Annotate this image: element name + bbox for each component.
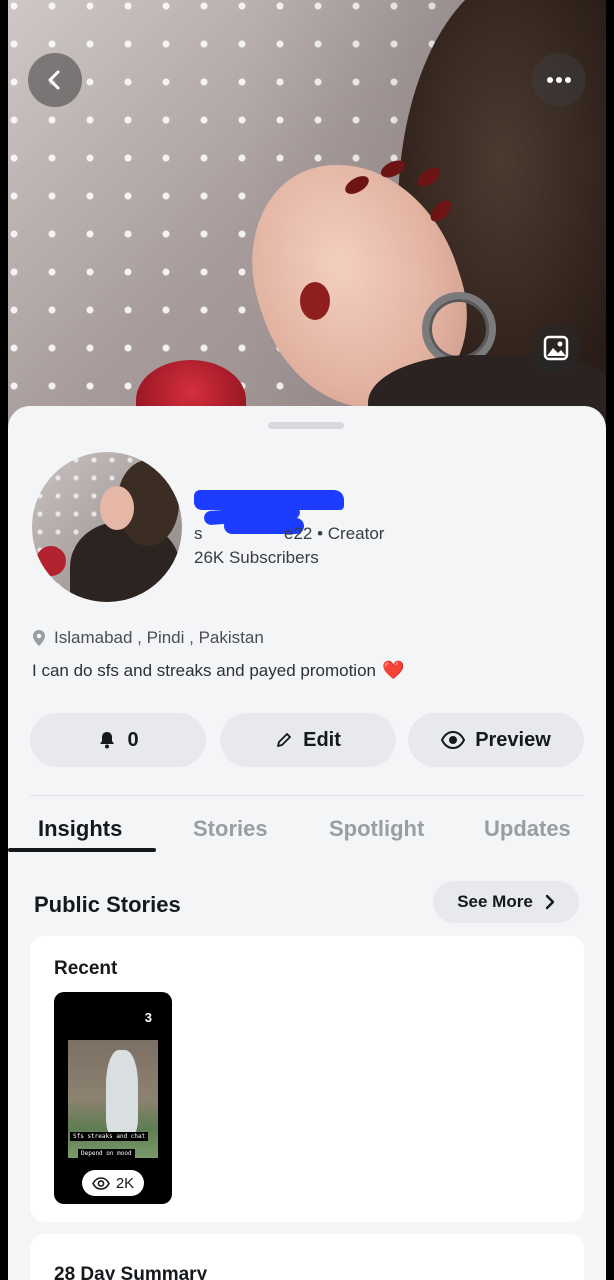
- bio-text: I can do sfs and streaks and payed promo…: [32, 660, 376, 680]
- notifications-button[interactable]: 0: [30, 713, 206, 767]
- location-text: Islamabad , Pindi , Pakistan: [54, 628, 264, 647]
- see-more-label: See More: [457, 892, 533, 911]
- location-row: Islamabad , Pindi , Pakistan: [32, 628, 264, 648]
- summary-card[interactable]: 28 Day Summary: [30, 1234, 584, 1280]
- story-person: [106, 1050, 138, 1136]
- username-creator-label: e22 • Creator: [284, 524, 385, 543]
- more-options-button[interactable]: [532, 53, 586, 107]
- tab-updates[interactable]: Updates: [484, 816, 571, 842]
- preview-button[interactable]: Preview: [408, 713, 584, 767]
- pencil-icon: [277, 733, 292, 747]
- heart-emoji: ❤️: [381, 660, 405, 680]
- edit-label: Edit: [303, 728, 341, 751]
- location-pin-icon: [33, 630, 45, 646]
- subscriber-count: 26K Subscribers: [194, 548, 319, 567]
- views-count: 2K: [115, 1174, 135, 1192]
- bell-icon: [100, 732, 115, 749]
- story-thumbnail[interactable]: 3 Sfs streaks and chat Depend on mood 2K: [54, 992, 172, 1204]
- profile-actions: 0 Edit Preview: [30, 713, 584, 767]
- bio: I can do sfs and streaks and payed promo…: [32, 660, 404, 681]
- notifications-count: 0: [127, 728, 139, 751]
- tab-stories[interactable]: Stories: [193, 816, 268, 842]
- change-banner-button[interactable]: [531, 323, 581, 373]
- banner-henna: [300, 282, 330, 320]
- more-icon: [547, 77, 571, 83]
- avatar[interactable]: [32, 452, 182, 602]
- chevron-right-icon: [545, 894, 554, 910]
- section-divider: [30, 795, 584, 796]
- summary-title: 28 Day Summary: [54, 1264, 208, 1280]
- story-caption-line1: Sfs streaks and chat: [70, 1132, 149, 1141]
- photo-icon: [543, 335, 569, 361]
- recent-label: Recent: [54, 958, 118, 979]
- tab-insights[interactable]: Insights: [38, 816, 122, 842]
- public-stories-title: Public Stories: [34, 892, 181, 917]
- views-badge: 2K: [82, 1170, 144, 1196]
- profile-screen: L s e22 • Creator 26K Subscribers Islama…: [8, 0, 606, 1280]
- back-button[interactable]: [28, 53, 82, 107]
- tab-spotlight[interactable]: Spotlight: [329, 816, 424, 842]
- see-more-button[interactable]: See More: [433, 881, 579, 923]
- snap-count: 3: [144, 1010, 152, 1025]
- back-arrow-icon: [48, 70, 60, 90]
- drag-handle[interactable]: [268, 422, 344, 429]
- profile-sheet: L s e22 • Creator 26K Subscribers Islama…: [8, 406, 606, 1280]
- profile-banner[interactable]: [8, 0, 606, 430]
- public-stories-card: Recent 3 Sfs streaks and chat Depend on …: [30, 936, 584, 1222]
- avatar-hand: [100, 486, 134, 530]
- eye-icon: [441, 731, 466, 749]
- edit-button[interactable]: Edit: [220, 713, 396, 767]
- avatar-rose: [36, 546, 66, 576]
- preview-label: Preview: [475, 728, 551, 751]
- eye-icon: [91, 1176, 110, 1190]
- story-caption-line2: Depend on mood: [78, 1149, 135, 1158]
- active-tab-indicator: [8, 848, 156, 852]
